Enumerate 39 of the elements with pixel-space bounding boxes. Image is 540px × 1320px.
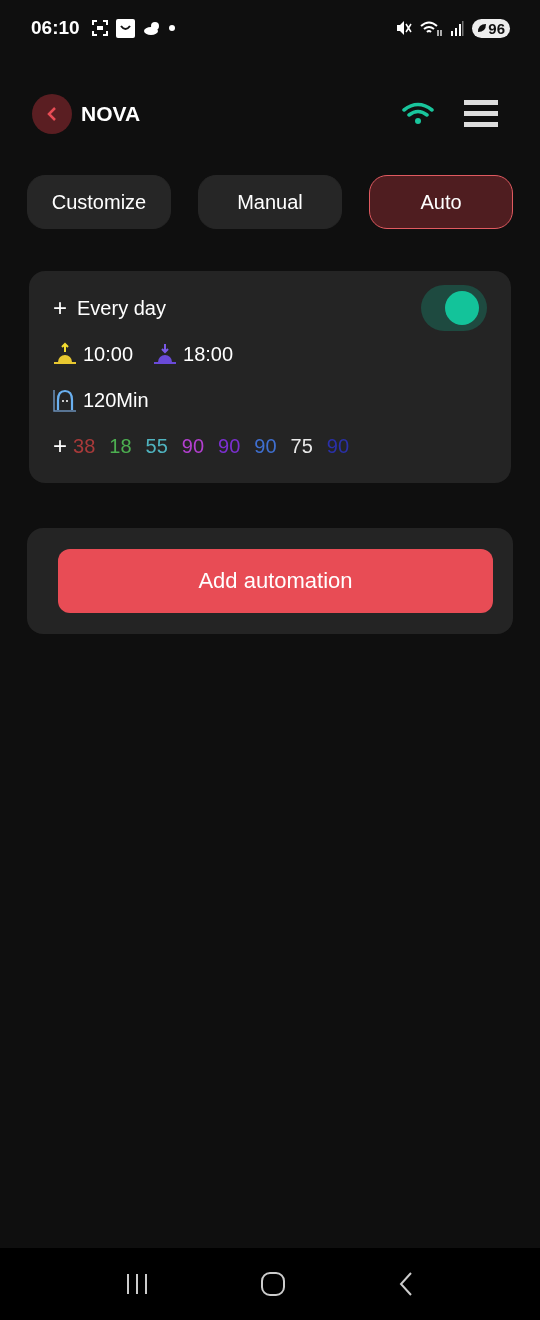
leaf-icon	[477, 23, 488, 33]
device-title: NOVA	[81, 102, 141, 126]
channel-value: 90	[218, 434, 241, 458]
plus-sign: +	[53, 294, 67, 322]
start-time: 10:00	[83, 342, 134, 366]
channel-value: 55	[145, 434, 168, 458]
menu-icon[interactable]	[464, 100, 498, 128]
bag-icon	[115, 18, 135, 38]
chevron-left-icon	[46, 106, 58, 122]
plus-sign: +	[53, 432, 67, 460]
ramp-curve-icon	[53, 388, 77, 412]
channel-value: 90	[181, 434, 204, 458]
end-time: 18:00	[183, 342, 234, 366]
signal-icon	[450, 20, 465, 36]
wifi-icon	[420, 20, 443, 36]
mode-tab[interactable]: Customize	[27, 175, 171, 229]
sunrise-icon	[53, 342, 77, 366]
toggle-switch[interactable]	[421, 285, 487, 331]
recent-apps-icon[interactable]	[125, 1273, 150, 1295]
notification-dot-icon	[168, 25, 175, 31]
duration-text: 120Min	[83, 388, 149, 412]
channel-value: 75	[290, 434, 313, 458]
wifi-icon[interactable]	[402, 102, 434, 126]
sunset-icon	[153, 342, 178, 366]
repeat-text: Every day	[77, 296, 166, 320]
channel-value: 90	[326, 434, 349, 458]
weather-icon	[142, 20, 161, 36]
add-automation-button[interactable]: Add automation	[58, 549, 493, 613]
status-time: 06:10	[31, 17, 80, 39]
channel-value: 18	[109, 434, 132, 458]
back-button[interactable]	[32, 94, 72, 134]
home-icon[interactable]	[260, 1272, 286, 1296]
mute-icon	[396, 20, 413, 36]
channel-value: 90	[254, 434, 277, 458]
channel-value: 38	[73, 434, 96, 458]
mode-tab[interactable]: Auto	[369, 175, 513, 229]
mode-tab[interactable]: Manual	[198, 175, 342, 229]
battery-indicator: 96	[472, 18, 510, 38]
screenshot-icon	[91, 20, 108, 36]
